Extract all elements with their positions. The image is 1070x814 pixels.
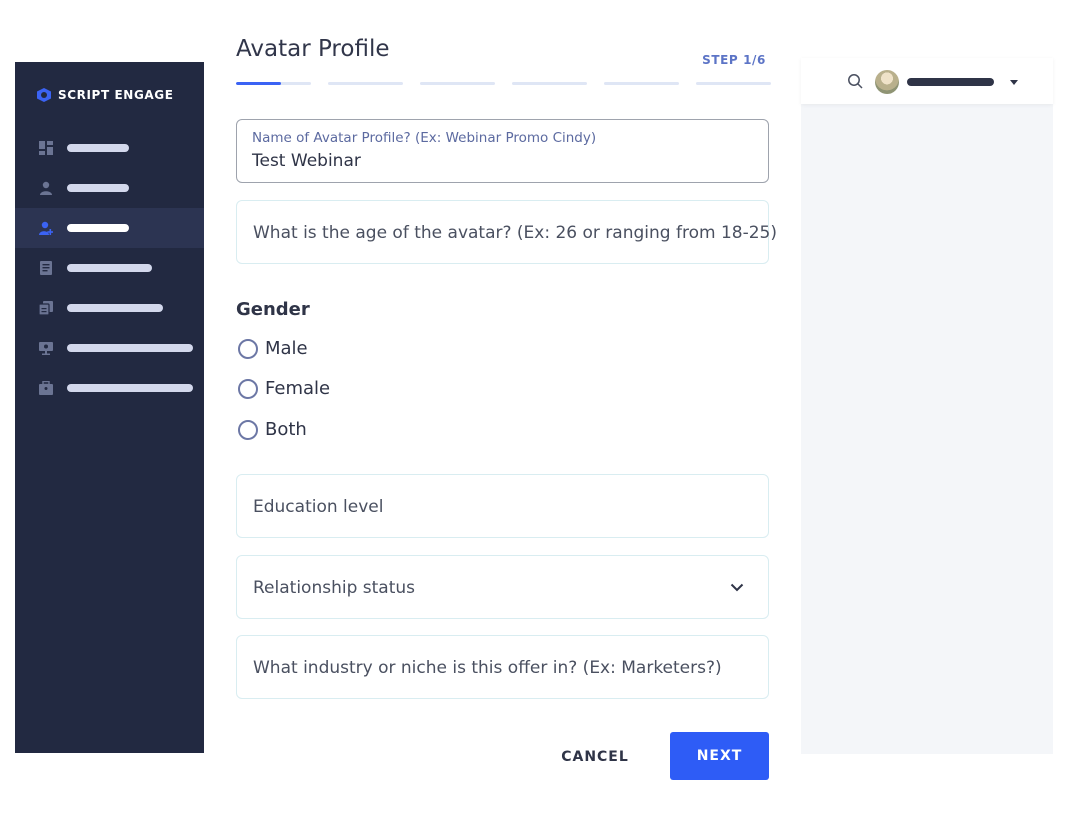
logo-icon [37, 88, 51, 102]
brand[interactable]: SCRIPT ENGAGE [37, 88, 174, 102]
radio-circle[interactable] [238, 378, 258, 399]
right-panel [801, 104, 1053, 754]
progress-segment [328, 82, 403, 85]
sidebar-item-label [67, 384, 193, 392]
user-topbar [801, 58, 1053, 104]
sidebar-item-business[interactable] [15, 368, 204, 408]
progress-segment [236, 82, 311, 85]
sidebar-item-copies[interactable] [15, 288, 204, 328]
sidebar-item-documents[interactable] [15, 248, 204, 288]
radio-label: Female [265, 378, 331, 399]
page-title: Avatar Profile [236, 36, 390, 62]
age-field[interactable]: What is the age of the avatar? (Ex: 26 o… [236, 200, 777, 264]
sidebar-item-avatar[interactable] [15, 208, 204, 248]
chevron-down-icon[interactable] [730, 580, 744, 594]
sidebar: SCRIPT ENGAGE [15, 62, 204, 753]
sidebar-item-dashboard[interactable] [15, 128, 204, 168]
avatar[interactable] [875, 70, 899, 94]
industry-field[interactable]: What industry or niche is this offer in?… [236, 635, 769, 699]
step-indicator: STEP 1/6 [702, 53, 766, 67]
user-name[interactable] [907, 78, 994, 86]
radio-label: Male [265, 338, 308, 359]
gender-radio-both[interactable]: Both [238, 419, 307, 440]
sidebar-nav [15, 128, 204, 408]
brand-name: SCRIPT ENGAGE [58, 88, 174, 102]
avatar-name-value[interactable]: Test Webinar [252, 151, 361, 171]
industry-placeholder: What industry or niche is this offer in?… [253, 658, 722, 678]
presentation-icon [39, 341, 53, 355]
progress-segment [696, 82, 771, 85]
gender-radio-female[interactable]: Female [238, 378, 330, 399]
sidebar-item-label [67, 184, 129, 192]
step-progress [236, 82, 771, 85]
education-field[interactable]: Education level [236, 474, 769, 538]
next-button[interactable]: NEXT [670, 732, 769, 780]
progress-segment [604, 82, 679, 85]
sidebar-item-label [67, 144, 129, 152]
copy-icon [39, 301, 53, 315]
gender-heading: Gender [236, 299, 310, 320]
add-user-icon [39, 221, 53, 235]
radio-label: Both [265, 419, 307, 440]
progress-fill [236, 82, 281, 85]
relationship-select[interactable]: Relationship status [236, 555, 769, 619]
avatar-name-field[interactable]: Name of Avatar Profile? (Ex: Webinar Pro… [236, 119, 769, 183]
education-placeholder: Education level [253, 497, 384, 517]
caret-down-icon[interactable] [1010, 80, 1018, 85]
radio-circle[interactable] [238, 419, 258, 440]
gender-radio-male[interactable]: Male [238, 338, 308, 359]
briefcase-icon [39, 381, 53, 395]
sidebar-item-users[interactable] [15, 168, 204, 208]
progress-segment [512, 82, 587, 85]
cancel-button[interactable]: CANCEL [546, 733, 644, 780]
sidebar-item-label [67, 264, 152, 272]
radio-circle[interactable] [238, 338, 258, 359]
avatar-name-label: Name of Avatar Profile? (Ex: Webinar Pro… [252, 130, 597, 146]
user-icon [39, 181, 53, 195]
progress-segment [420, 82, 495, 85]
sidebar-item-presentations[interactable] [15, 328, 204, 368]
relationship-placeholder: Relationship status [253, 578, 415, 598]
search-icon[interactable] [847, 73, 863, 89]
sidebar-item-label [67, 344, 193, 352]
dashboard-icon [39, 141, 53, 155]
document-icon [39, 261, 53, 275]
age-placeholder: What is the age of the avatar? (Ex: 26 o… [253, 223, 777, 243]
sidebar-item-label [67, 304, 163, 312]
sidebar-item-label [67, 224, 129, 232]
